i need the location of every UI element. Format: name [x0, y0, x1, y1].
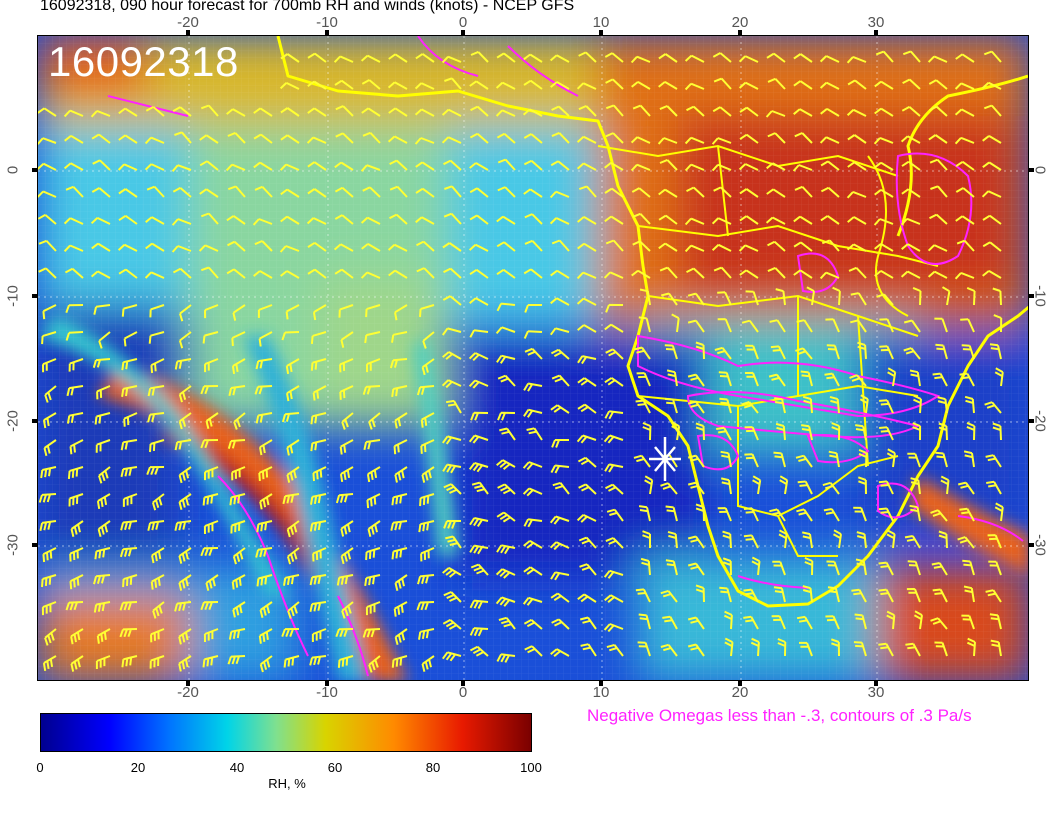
lon-tick-bottom: -20	[177, 684, 199, 701]
lat-tick-right: -10	[1031, 285, 1049, 307]
lon-tick-top: 0	[458, 14, 468, 31]
rh-colorbar	[40, 713, 532, 752]
lon-tick-top: -10	[316, 14, 338, 31]
map-title: 16092318, 090 hour forecast for 700mb RH…	[40, 0, 575, 14]
colorbar-tick: 20	[130, 760, 146, 775]
lon-tick-top: 20	[731, 14, 749, 31]
lat-tick-right: -30	[1031, 534, 1049, 556]
omega-legend-note: Negative Omegas less than -.3, contours …	[587, 706, 972, 725]
lat-tick-left: -20	[4, 410, 22, 432]
lon-tick-bottom: 20	[731, 684, 749, 701]
rh-wind-map: 16092318	[37, 35, 1029, 681]
lon-tick-bottom: -10	[316, 684, 338, 701]
lat-tick-left: -30	[4, 534, 22, 556]
colorbar-tick: 40	[229, 760, 245, 775]
lat-tick-right: 0	[1031, 165, 1049, 175]
colorbar-tick: 0	[36, 760, 44, 775]
lon-tick-top: 10	[592, 14, 610, 31]
colorbar-title: RH, %	[268, 776, 306, 791]
lon-tick-top: -20	[177, 14, 199, 31]
lon-tick-bottom: 10	[592, 684, 610, 701]
lon-tick-top: 30	[867, 14, 885, 31]
colorbar-tick: 100	[520, 760, 542, 775]
lat-tick-left: -10	[4, 285, 22, 307]
lon-tick-bottom: 30	[867, 684, 885, 701]
colorbar-tick: 60	[327, 760, 343, 775]
lat-tick-left: 0	[4, 165, 22, 175]
colorbar-tick: 80	[425, 760, 441, 775]
lat-tick-right: -20	[1031, 410, 1049, 432]
date-stamp: 16092318	[48, 38, 239, 85]
lon-tick-bottom: 0	[458, 684, 468, 701]
map-canvas	[38, 36, 1028, 680]
